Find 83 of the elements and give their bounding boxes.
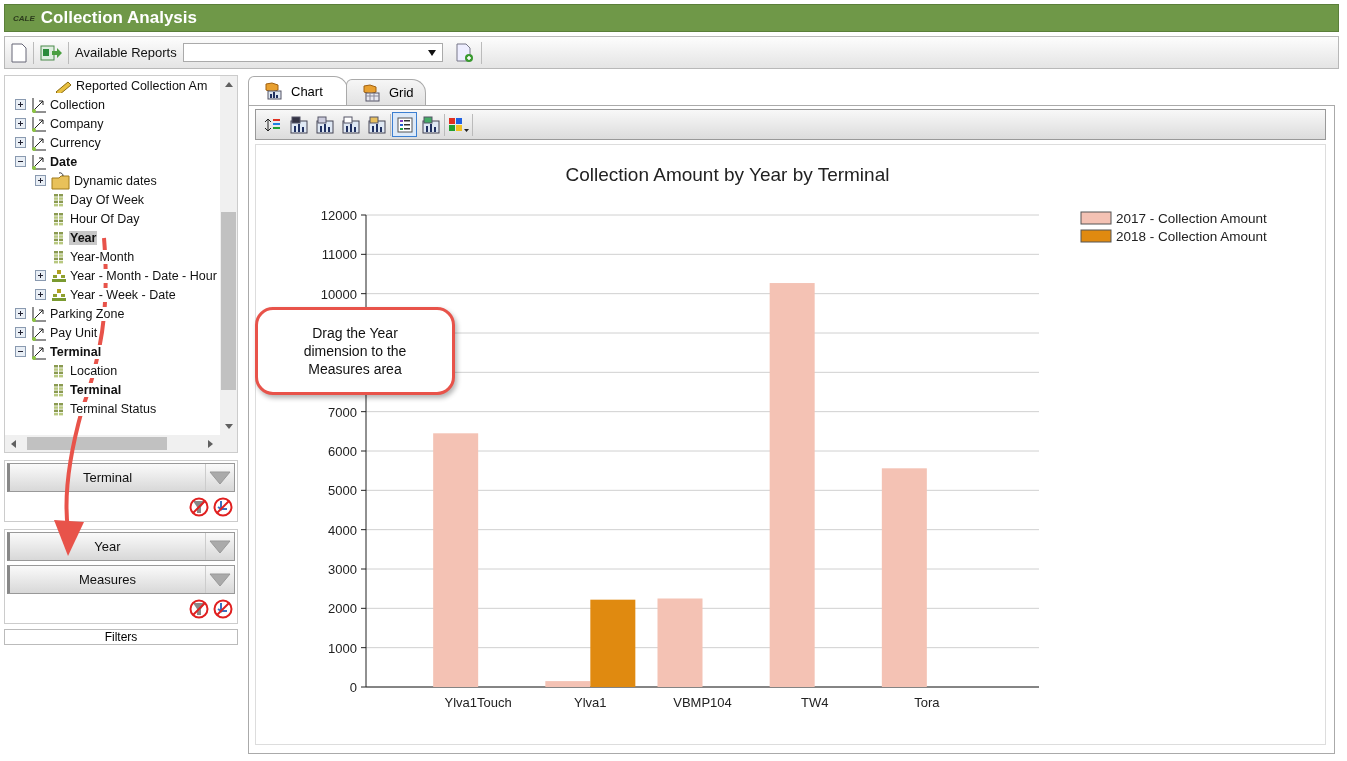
tree-item[interactable]: Parking Zone [49, 306, 126, 321]
axis-icon [31, 343, 47, 360]
x-tick-label: Ylva1 [574, 695, 607, 710]
tree-item[interactable]: Terminal Status [69, 401, 158, 416]
hierarchy-icon [51, 268, 67, 283]
filters-area[interactable]: Filters [4, 629, 238, 645]
grid-cube-icon [361, 83, 381, 102]
scroll-down-icon[interactable] [225, 424, 233, 429]
callout-text: Drag the Year dimension to the Measures area [302, 324, 408, 378]
y-tick-label: 0 [349, 680, 357, 695]
scroll-up-icon[interactable] [225, 82, 233, 87]
tree-item[interactable]: Collection [49, 97, 106, 112]
collapse-toggle[interactable] [15, 156, 26, 167]
tree-item[interactable]: Company [49, 116, 105, 131]
horizontal-scrollbar[interactable] [5, 435, 237, 452]
tree-item[interactable]: Year - Week - Date [69, 287, 177, 302]
tree-item[interactable]: Location [69, 363, 119, 378]
hierarchy-icon [51, 287, 67, 302]
reports-label: Available Reports [75, 45, 177, 60]
legend-icon[interactable] [392, 112, 417, 137]
axis-icon [31, 153, 47, 170]
y-tick-label: 4000 [328, 522, 357, 538]
y-tick-label: 11000 [321, 247, 357, 263]
vertical-scrollbar[interactable] [220, 76, 237, 435]
tree-item[interactable]: Date [49, 154, 79, 169]
pivot-field[interactable]: Terminal [7, 463, 235, 492]
clear-filter-icon[interactable] [189, 497, 209, 517]
tree-item[interactable]: Year [69, 230, 98, 245]
y-tick-label: 5000 [328, 483, 357, 499]
expand-toggle[interactable] [15, 308, 26, 319]
tree-item[interactable]: Reported Collection Am [75, 78, 209, 93]
logo: CALE [13, 13, 35, 23]
dropdown-arrow-icon[interactable] [427, 49, 436, 56]
tree-item[interactable]: Terminal [49, 344, 103, 359]
collapse-toggle[interactable] [15, 346, 26, 357]
tree-item[interactable]: Dynamic dates [73, 173, 158, 188]
y-tick-label: 10000 [320, 286, 357, 302]
axis-icon [31, 134, 47, 151]
axis-icon [31, 115, 47, 132]
chart-cube-icon [263, 82, 283, 100]
y-tick-label: 7000 [328, 404, 357, 420]
expand-toggle[interactable] [15, 327, 26, 338]
x-tick-label: Tora [914, 695, 940, 710]
y-tick-label: 3000 [328, 562, 357, 577]
new-document-icon[interactable] [11, 42, 27, 63]
tree-item[interactable]: Year-Month [69, 249, 136, 264]
tree-item[interactable]: Pay Unit [49, 325, 99, 340]
clear-sort-icon[interactable] [213, 497, 233, 517]
expand-toggle[interactable] [15, 118, 26, 129]
expand-toggle[interactable] [35, 175, 46, 186]
folder-icon [51, 171, 71, 190]
clear-sort-icon[interactable] [213, 599, 233, 619]
chart-title: Collection Amount by Year by Terminal [565, 164, 890, 185]
pivot-field[interactable]: Year [7, 532, 235, 561]
tab[interactable]: Chart [248, 76, 348, 105]
y-tick-label: 12000 [320, 208, 357, 223]
tree-item[interactable]: Day Of Week [69, 192, 146, 207]
y-tick-label: 2000 [328, 601, 357, 617]
window-title: Collection Analysis [40, 8, 197, 28]
x-tick-label: TW4 [800, 695, 829, 710]
axis-icon [31, 324, 47, 341]
tab[interactable]: Grid [346, 79, 426, 105]
axis-icon [31, 96, 47, 113]
scroll-left-icon[interactable] [11, 440, 16, 448]
y-tick-label: 1000 [328, 640, 357, 656]
legend-label: 2018 - Collection Amount [1116, 229, 1267, 244]
legend-label: 2017 - Collection Amount [1116, 211, 1267, 226]
tree-item[interactable]: Currency [49, 135, 102, 150]
expand-toggle[interactable] [15, 99, 26, 110]
y-tick-label: 6000 [328, 444, 357, 459]
tree-item[interactable]: Year - Month - Date - Hour [69, 268, 218, 283]
add-report-icon[interactable] [454, 42, 475, 63]
pivot-field[interactable]: Measures [7, 565, 235, 594]
expand-toggle[interactable] [15, 137, 26, 148]
scroll-right-icon[interactable] [208, 440, 213, 448]
tree-item[interactable]: Hour Of Day [69, 211, 141, 226]
axis-icon [31, 305, 47, 322]
clear-filter-icon[interactable] [189, 599, 209, 619]
expand-toggle[interactable] [35, 289, 46, 300]
x-tick-label: Ylva1Touch [444, 695, 512, 710]
expand-toggle[interactable] [35, 270, 46, 281]
x-tick-label: VBMP104 [673, 695, 732, 710]
tree-item[interactable]: Terminal [69, 382, 123, 397]
